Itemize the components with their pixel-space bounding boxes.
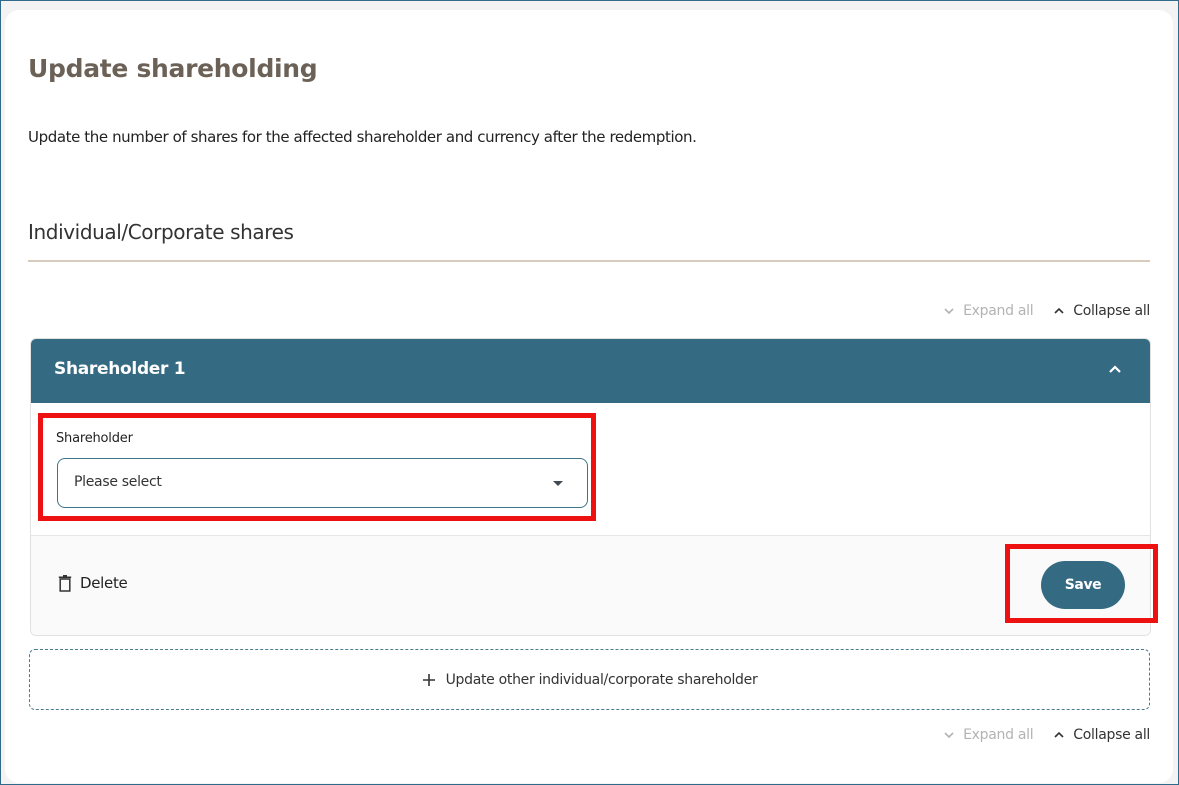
collapse-all-label: Collapse all — [1073, 303, 1150, 319]
chevron-up-icon[interactable] — [1106, 361, 1124, 379]
section-title: Individual/Corporate shares — [28, 220, 294, 244]
expand-collapse-bottom: Expand all Collapse all — [943, 727, 1150, 743]
delete-label: Delete — [80, 574, 128, 592]
plus-icon — [422, 673, 435, 686]
accordion-title: Shareholder 1 — [54, 359, 186, 379]
section-divider — [28, 260, 1150, 262]
expand-all-button[interactable]: Expand all — [943, 727, 1034, 743]
add-other-shareholder-button[interactable]: Update other individual/corporate shareh… — [29, 649, 1150, 710]
trash-icon — [58, 574, 72, 592]
shareholder-select[interactable]: Please select — [57, 458, 588, 508]
add-other-label: Update other individual/corporate shareh… — [445, 671, 758, 688]
accordion-footer: Delete Save — [31, 535, 1150, 635]
expand-all-label: Expand all — [963, 727, 1034, 743]
delete-button[interactable]: Delete — [58, 574, 128, 592]
collapse-all-button[interactable]: Collapse all — [1053, 303, 1150, 319]
expand-all-label: Expand all — [963, 303, 1034, 319]
caret-down-icon — [553, 481, 563, 486]
accordion-header[interactable]: Shareholder 1 — [31, 339, 1150, 403]
shareholder-accordion: Shareholder 1 Shareholder Please select … — [30, 338, 1151, 636]
collapse-all-label: Collapse all — [1073, 727, 1150, 743]
shareholder-field-label: Shareholder — [56, 431, 133, 446]
collapse-all-button[interactable]: Collapse all — [1053, 727, 1150, 743]
chevron-down-icon — [944, 732, 954, 739]
select-value: Please select — [74, 474, 162, 490]
chevron-up-icon — [1054, 731, 1064, 738]
chevron-up-icon — [1054, 307, 1064, 314]
page-title: Update shareholding — [28, 54, 318, 83]
page-description: Update the number of shares for the affe… — [28, 128, 697, 146]
chevron-down-icon — [944, 308, 954, 315]
expand-collapse-top: Expand all Collapse all — [943, 303, 1150, 319]
expand-all-button[interactable]: Expand all — [943, 303, 1034, 319]
save-button[interactable]: Save — [1041, 561, 1125, 609]
